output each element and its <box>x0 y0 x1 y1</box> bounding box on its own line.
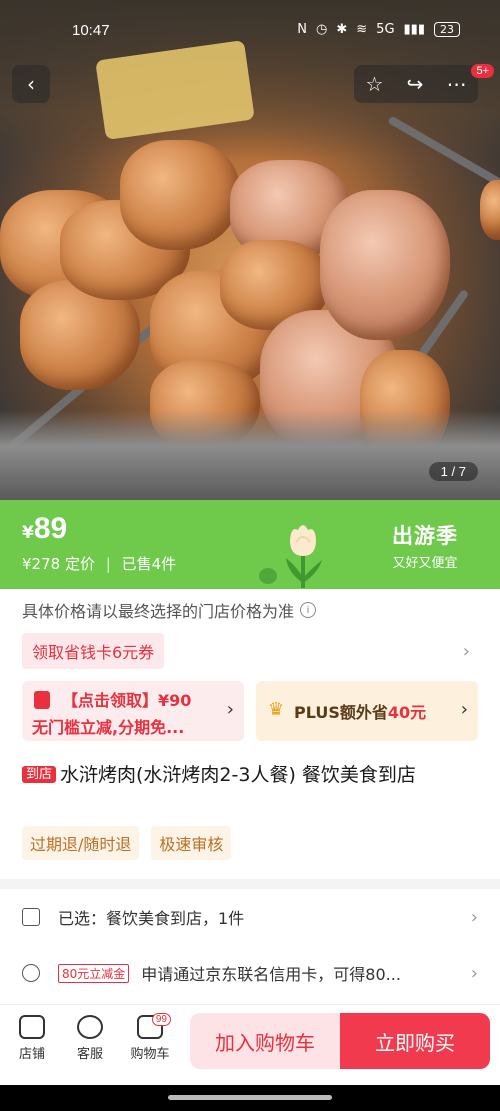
back-button[interactable]: ‹ <box>12 65 50 103</box>
price-sub: ¥278 定价 | 已售4件 <box>22 553 176 574</box>
service-tag: 过期退/随时退 <box>22 826 140 860</box>
chevron-right-icon: › <box>462 641 470 662</box>
bluetooth-icon: ✱ <box>336 22 348 37</box>
chevron-right-icon: › <box>226 699 234 720</box>
original-price-label: 定价 <box>64 555 95 573</box>
hero-meat <box>120 140 240 250</box>
offer-line1: 【点击领取】¥90 <box>62 691 192 710</box>
plus-offer-card[interactable]: ♛ PLUS额外省40元 › <box>256 681 478 741</box>
status-time: 10:47 <box>72 22 110 39</box>
image-counter-sep: / <box>451 464 456 479</box>
chevron-left-icon: ‹ <box>27 72 35 96</box>
promo-title: 出游季 <box>392 524 458 548</box>
price-notice: 具体价格请以最终选择的门店价格为准 i <box>22 598 317 622</box>
price-amount: 89 <box>33 512 68 545</box>
product-title: 到店 水浒烤肉(水浒烤肉2-3人餐) 餐饮美食到店 <box>22 760 478 790</box>
status-icons: N ◷ ✱ ≋ 5G ▮▮▮ 23 <box>297 22 460 37</box>
promo-label: 出游季 又好又便宜 <box>392 520 458 571</box>
installment-offer-card[interactable]: 【点击领取】¥90 无门槛立减,分期免... › <box>22 681 244 741</box>
image-counter-current: 1 <box>440 464 448 479</box>
status-bar: 10:47 N ◷ ✱ ≋ 5G ▮▮▮ 23 <box>0 0 500 60</box>
more-icon[interactable]: ⋯ <box>446 72 466 96</box>
tulip-icon <box>259 525 322 588</box>
signal-icon: ▮▮▮ <box>403 22 425 37</box>
price-notice-text: 具体价格请以最终选择的门店价格为准 <box>22 602 295 621</box>
price-banner: ¥ 89 ¥278 定价 | 已售4件 出游季 又好又便宜 <box>0 500 500 589</box>
hero-meat <box>480 180 500 240</box>
add-to-cart-button[interactable]: 加入购物车 <box>190 1013 340 1069</box>
plus-offer-amount: 40元 <box>387 703 427 722</box>
battery-icon: 23 <box>434 22 460 37</box>
header-actions: ☆ ↪ ⋯ <box>354 65 478 103</box>
current-price: ¥ 89 <box>22 512 67 546</box>
discount-icon <box>22 964 40 982</box>
buy-now-button[interactable]: 立即购买 <box>340 1013 490 1069</box>
info-icon[interactable]: i <box>300 602 317 618</box>
store-button[interactable]: 店铺 <box>9 1015 55 1062</box>
section-divider <box>0 879 500 889</box>
wifi-icon: ≋ <box>356 22 368 37</box>
alarm-icon: ◷ <box>316 22 328 37</box>
sold-count: 已售4件 <box>121 555 177 573</box>
cart-button[interactable]: 99 购物车 <box>127 1013 173 1062</box>
checklist-icon <box>22 908 40 926</box>
selected-spec-row[interactable]: 已选：餐饮美食到店，1件 › <box>22 905 478 929</box>
cart-label: 购物车 <box>130 1047 170 1062</box>
system-nav-bar <box>0 1085 500 1111</box>
chevron-right-icon: › <box>470 962 478 984</box>
cart-icon: 99 <box>137 1013 171 1039</box>
smiley-icon <box>77 1015 103 1039</box>
product-title-text: 水浒烤肉(水浒烤肉2-3人餐) 餐饮美食到店 <box>60 764 416 786</box>
card-icon <box>34 691 50 709</box>
hero-meat <box>320 190 450 340</box>
service-tag: 极速审核 <box>151 826 232 860</box>
plus-offer-text: PLUS额外省40元 <box>294 699 426 723</box>
store-icon <box>19 1015 45 1039</box>
share-icon[interactable]: ↪ <box>407 72 424 96</box>
image-counter: 1 / 7 <box>428 462 478 481</box>
coupon-row[interactable]: 领取省钱卡6元券 › <box>22 633 482 671</box>
store-label: 店铺 <box>18 1047 45 1062</box>
cart-count-badge: 99 <box>151 1013 171 1026</box>
selected-spec-text: 已选：餐饮美食到店，1件 <box>58 909 245 928</box>
chevron-right-icon: › <box>460 699 468 720</box>
currency-symbol: ¥ <box>22 523 34 543</box>
plus-offer-prefix: PLUS额外省 <box>294 703 388 722</box>
signal-label: 5G <box>376 22 395 37</box>
image-counter-total: 7 <box>458 464 466 479</box>
coupon-chip[interactable]: 领取省钱卡6元券 <box>22 633 165 669</box>
credit-card-row[interactable]: 80元立减金 申请通过京东联名信用卡，可得80... › <box>22 961 478 985</box>
hero-grill <box>0 410 500 500</box>
promo-subtitle: 又好又便宜 <box>392 556 458 571</box>
crown-icon: ♛ <box>268 699 285 720</box>
chevron-right-icon: › <box>470 906 478 928</box>
nfc-icon: N <box>297 22 308 37</box>
credit-tag: 80元立减金 <box>58 963 130 983</box>
customer-service-label: 客服 <box>76 1047 103 1062</box>
bottom-action-bar: 店铺 客服 99 购物车 加入购物车 立即购买 <box>0 1004 500 1074</box>
divider: | <box>105 555 111 573</box>
customer-service-button[interactable]: 客服 <box>67 1015 113 1062</box>
home-handle[interactable] <box>168 1095 332 1100</box>
credit-text: 申请通过京东联名信用卡，可得80... <box>141 965 401 984</box>
favorite-star-icon[interactable]: ☆ <box>366 72 384 96</box>
service-tags: 过期退/随时退 极速审核 <box>22 826 232 860</box>
in-store-tag: 到店 <box>22 766 57 783</box>
offer-line2: 无门槛立减,分期免... <box>32 718 185 737</box>
message-badge: 5+ <box>471 64 494 78</box>
original-price: ¥278 <box>22 555 61 573</box>
